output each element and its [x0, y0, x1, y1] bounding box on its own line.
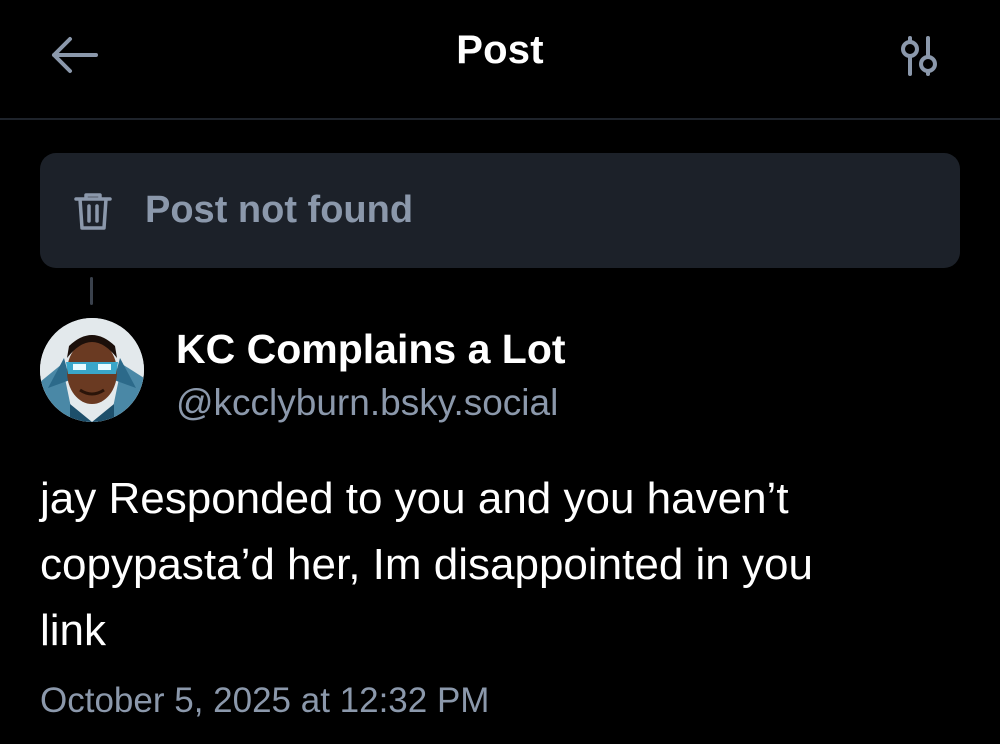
post-text-line: jay Responded to you and you haven’t [40, 474, 789, 523]
author-handle[interactable]: @kcclyburn.bsky.social [176, 382, 558, 424]
thread-settings-button[interactable] [892, 30, 948, 82]
post-text-line: copypasta’d her, Im disappointed in you [40, 540, 813, 589]
header-bar: Post [0, 0, 1000, 120]
post-timestamp: October 5, 2025 at 12:32 PM [40, 681, 490, 720]
author-name[interactable]: KC Complains a Lot [176, 326, 566, 373]
page-title: Post [456, 28, 544, 72]
avatar-image [40, 318, 144, 422]
avatar[interactable] [40, 318, 144, 422]
not-found-text: Post not found [145, 189, 414, 231]
trash-icon [74, 193, 112, 230]
post-text-line: link [40, 606, 107, 655]
post-not-found-card: Post not found [40, 153, 960, 268]
thread-connector-line [90, 277, 93, 305]
sliders-icon [901, 36, 937, 76]
post-page: Post Post not found KC Complains a Lot @… [0, 0, 1000, 744]
post-text: jay Responded to you and you haven’t cop… [40, 466, 970, 664]
